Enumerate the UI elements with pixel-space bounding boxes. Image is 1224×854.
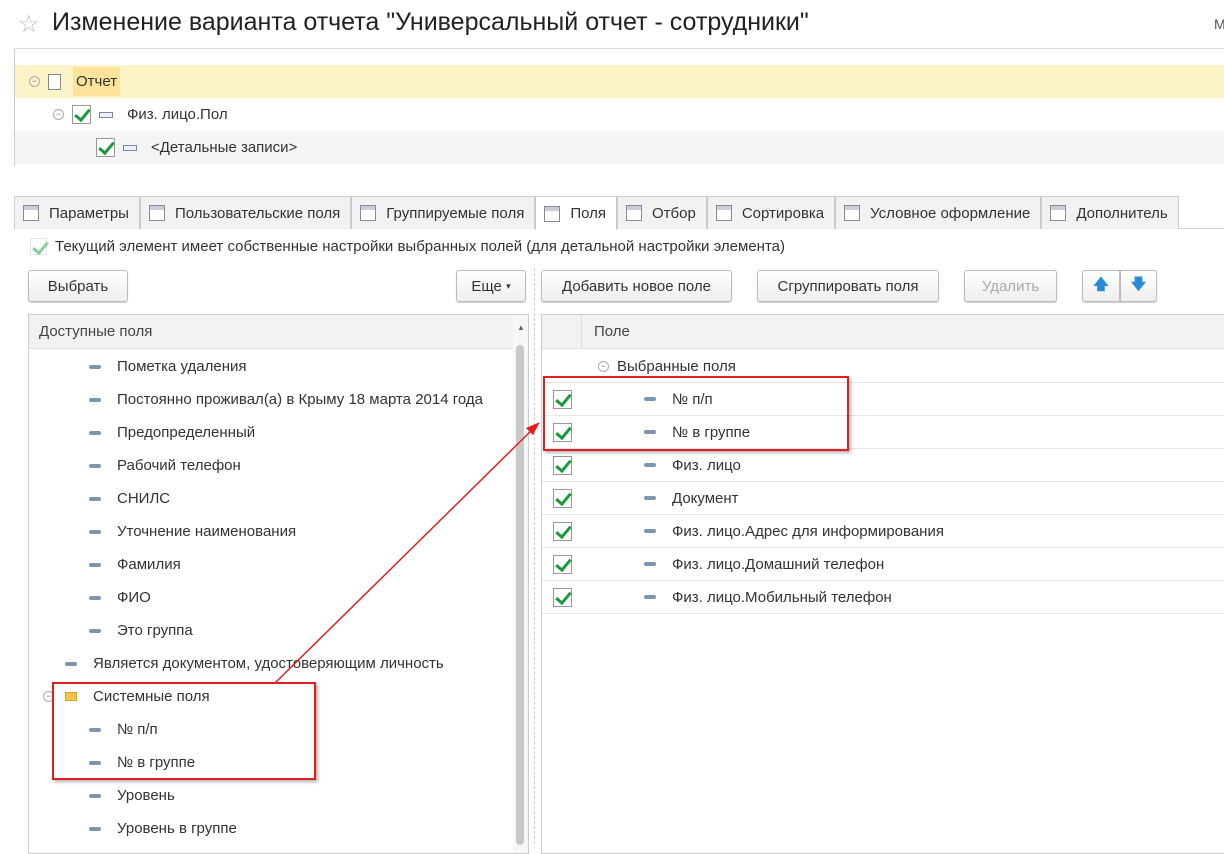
annotation-arrow [274,422,540,684]
